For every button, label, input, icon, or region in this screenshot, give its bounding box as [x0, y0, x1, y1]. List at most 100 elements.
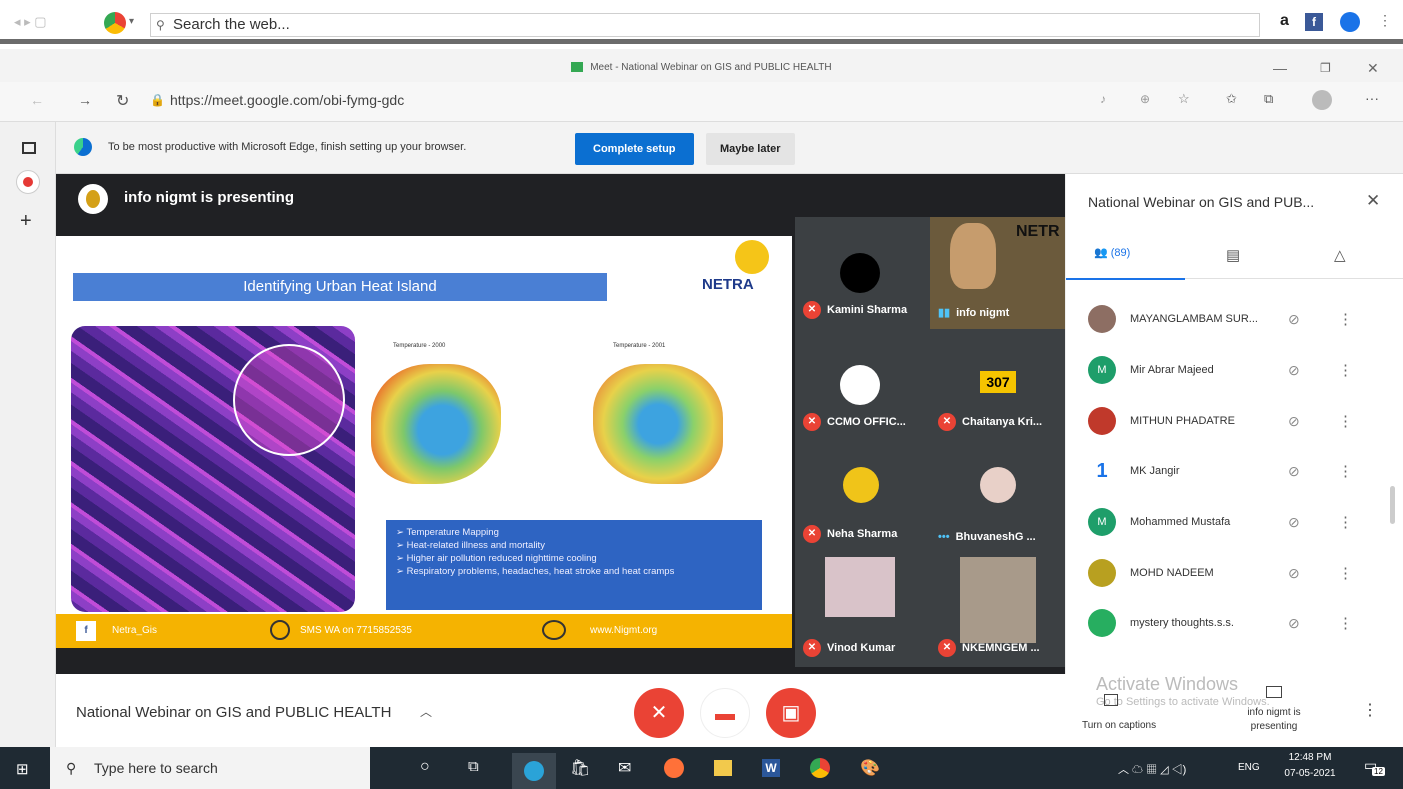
chrome-icon[interactable] [104, 12, 126, 34]
mic-icon[interactable]: ♪ [1100, 92, 1106, 106]
record-tab[interactable] [16, 170, 40, 194]
list-item[interactable]: MOHD NADEEM ⊘ ⋮ [1088, 558, 1388, 588]
mic-off-icon[interactable]: ⊘ [1288, 311, 1300, 328]
maybe-later-button[interactable]: Maybe later [706, 133, 795, 165]
list-item[interactable]: MAYANGLAMBAM SUR... ⊘ ⋮ [1088, 304, 1388, 334]
back-forward-icons[interactable]: ◂ ▸ ▢ [14, 14, 47, 30]
mail-icon[interactable]: ✉ [618, 758, 631, 778]
taskbar-search-placeholder: Type here to search [94, 760, 218, 776]
firefox-icon[interactable] [664, 758, 684, 778]
participant-name: CCMO OFFIC... [827, 416, 906, 428]
favorite-icon[interactable]: ☆ [1178, 91, 1190, 107]
word-icon[interactable]: W [762, 759, 780, 777]
people-icon: 👥 [1094, 247, 1108, 259]
chevron-up-icon[interactable]: ︿ [420, 703, 432, 720]
task-view-icon[interactable]: ⧉ [468, 758, 479, 775]
facebook-icon[interactable]: f [1305, 13, 1323, 31]
tab-people[interactable]: 👥 (89) [1094, 246, 1130, 259]
back-icon[interactable]: ← [30, 92, 44, 108]
participant-tile[interactable]: ✕ NKEMNGEM ... [930, 553, 1065, 667]
mic-off-icon[interactable]: ⊘ [1288, 615, 1300, 632]
clock-date[interactable]: 07-05-2021 [1278, 768, 1342, 779]
list-item[interactable]: 1 MK Jangir ⊘ ⋮ [1088, 456, 1388, 486]
hangup-icon: ▬ [715, 703, 735, 725]
chevron-down-icon[interactable]: ▾ [129, 16, 134, 27]
speaking-dots-icon: ••• [938, 531, 950, 543]
close-panel-icon[interactable]: ✕ [1366, 191, 1380, 211]
participant-tile[interactable]: ✕ CCMO OFFIC... [795, 329, 930, 441]
list-item[interactable]: M Mir Abrar Majeed ⊘ ⋮ [1088, 355, 1388, 385]
mic-off-icon[interactable]: ⊘ [1288, 514, 1300, 531]
zoom-icon[interactable]: ⊕ [1140, 92, 1150, 106]
present-now-button[interactable]: info nigmt is presenting [1232, 706, 1316, 734]
complete-setup-button[interactable]: Complete setup [575, 133, 694, 165]
tray-icons[interactable]: ︿ ☁ ▦ ◿ ◁) [1118, 761, 1186, 777]
leave-call-button[interactable]: ▬ [700, 688, 750, 738]
outer-search-input[interactable]: ⚲ Search the web... [150, 13, 1260, 37]
url-field[interactable]: https://meet.google.com/obi-fymg-gdc [170, 92, 404, 108]
file-explorer-icon[interactable] [714, 760, 732, 776]
tab-indicator [1066, 278, 1185, 280]
chat-icon[interactable]: ▤ [1226, 246, 1240, 264]
panel-title: National Webinar on GIS and PUB... [1088, 194, 1315, 210]
captions-icon[interactable] [1104, 694, 1118, 706]
list-item[interactable]: mystery thoughts.s.s. ⊘ ⋮ [1088, 608, 1388, 638]
menu-dots-icon[interactable]: ⋮ [1378, 12, 1392, 29]
activities-icon[interactable]: △ [1334, 246, 1346, 264]
people-count: (89) [1110, 247, 1131, 259]
taskbar-search-input[interactable]: ⚲ Type here to search [50, 747, 370, 789]
collections-icon[interactable]: ⧉ [1264, 91, 1273, 107]
scrollbar[interactable] [1390, 486, 1395, 524]
participant-tile[interactable]: ✕ Vinod Kumar [795, 553, 930, 667]
participant-tile[interactable]: 307 ✕ Chaitanya Kri... [930, 329, 1065, 441]
outer-browser-bar: ◂ ▸ ▢ ▾ ⚲ Search the web... a f ⋮ [0, 0, 1403, 44]
windows-start-icon[interactable]: ⊞ [16, 760, 29, 778]
paint-icon[interactable]: 🎨 [860, 758, 880, 778]
present-icon[interactable] [1266, 686, 1282, 698]
more-icon[interactable]: ⋮ [1338, 614, 1353, 632]
lock-icon: 🔒 [150, 93, 165, 107]
participant-tile[interactable]: ••• BhuvaneshG ... [930, 441, 1065, 553]
captions-button[interactable]: Turn on captions [1082, 720, 1156, 731]
new-tab-icon[interactable]: + [20, 210, 32, 233]
list-item[interactable]: MITHUN PHADATRE ⊘ ⋮ [1088, 406, 1388, 436]
profile-icon[interactable] [1312, 90, 1332, 110]
forward-icon[interactable]: → [78, 92, 92, 108]
list-item[interactable]: M Mohammed Mustafa ⊘ ⋮ [1088, 507, 1388, 537]
more-icon[interactable]: ⋮ [1338, 564, 1353, 582]
more-options-icon[interactable]: ⋮ [1362, 700, 1378, 720]
avatar [1088, 305, 1116, 333]
store-icon[interactable]: 🛍 [570, 758, 590, 778]
extension-icon[interactable] [1340, 12, 1360, 32]
participant-name: Vinod Kumar [827, 642, 896, 654]
clock-time[interactable]: 12:48 PM [1282, 752, 1338, 763]
language-indicator[interactable]: ENG [1238, 762, 1260, 773]
more-icon[interactable]: ⋮ [1338, 412, 1353, 430]
refresh-icon[interactable]: ↻ [116, 91, 129, 111]
speaking-icon: ▮▮ [938, 307, 951, 319]
participant-tile[interactable]: NETR ▮▮ info nigmt [930, 217, 1065, 329]
participant-tile[interactable]: ✕ Neha Sharma [795, 441, 930, 553]
mic-toggle-button[interactable]: ✕ [634, 688, 684, 738]
settings-dots-icon[interactable]: ··· [1365, 90, 1379, 106]
amazon-icon[interactable]: a [1280, 12, 1289, 30]
more-icon[interactable]: ⋮ [1338, 513, 1353, 531]
avatar [980, 467, 1016, 503]
meeting-title[interactable]: National Webinar on GIS and PUBLIC HEALT… [76, 704, 391, 721]
camera-toggle-button[interactable]: ▣ [766, 688, 816, 738]
mic-off-icon[interactable]: ⊘ [1288, 463, 1300, 480]
mic-off-icon[interactable]: ⊘ [1288, 565, 1300, 582]
tab-actions-icon[interactable] [22, 142, 36, 154]
mic-off-icon[interactable]: ⊘ [1288, 362, 1300, 379]
avatar [840, 253, 880, 293]
participant-tile[interactable]: ✕ Kamini Sharma [795, 217, 930, 329]
more-icon[interactable]: ⋮ [1338, 310, 1353, 328]
more-icon[interactable]: ⋮ [1338, 462, 1353, 480]
cortana-icon[interactable]: ○ [420, 758, 430, 776]
chrome-taskbar-icon[interactable] [810, 758, 830, 778]
whatsapp-icon [270, 620, 290, 640]
edge-taskbar-icon[interactable] [512, 753, 556, 789]
mic-off-icon[interactable]: ⊘ [1288, 413, 1300, 430]
more-icon[interactable]: ⋮ [1338, 361, 1353, 379]
favorites-icon[interactable]: ✩ [1226, 91, 1237, 107]
